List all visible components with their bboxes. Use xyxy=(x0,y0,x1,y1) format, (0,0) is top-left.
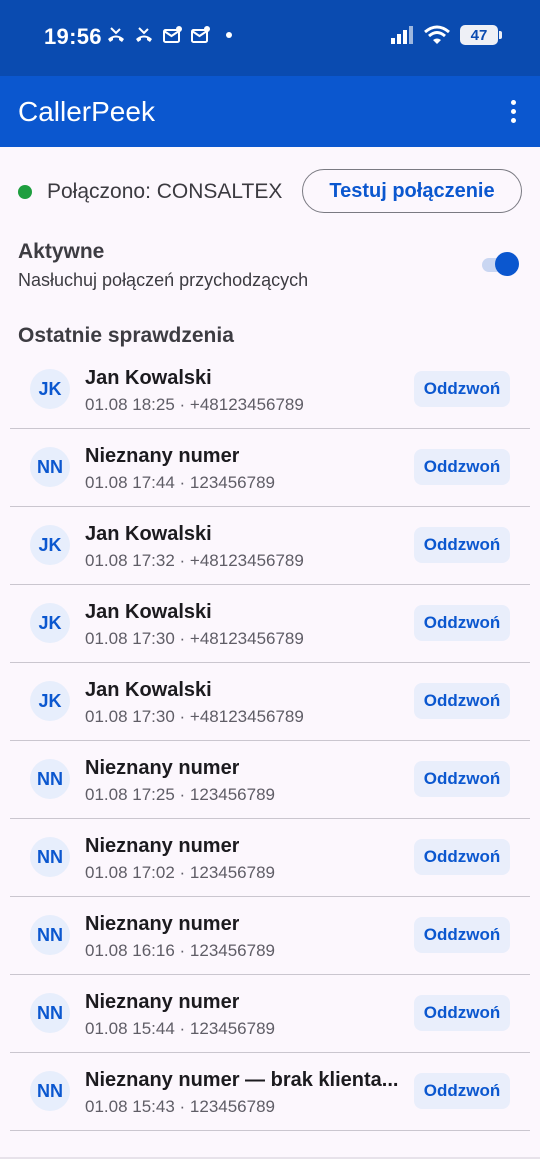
avatar: JK xyxy=(30,525,70,565)
avatar: NN xyxy=(30,837,70,877)
call-back-button[interactable]: Oddzwoń xyxy=(414,683,510,719)
call-back-button[interactable]: Oddzwoń xyxy=(414,761,510,797)
battery-icon: 47 xyxy=(460,25,502,45)
caller-name: Nieznany numer xyxy=(85,445,240,467)
active-setting-title: Aktywne xyxy=(18,240,105,263)
test-connection-button[interactable]: Testuj połączenie xyxy=(302,169,522,213)
avatar: JK xyxy=(30,603,70,643)
call-meta: 01.08 17:30 · +48123456789 xyxy=(85,707,304,726)
list-item[interactable]: JK Jan Kowalski 01.08 17:30 · +481234567… xyxy=(10,663,530,741)
call-back-button[interactable]: Oddzwoń xyxy=(414,449,510,485)
avatar: NN xyxy=(30,447,70,487)
status-bar: 19:56 47 xyxy=(0,0,540,76)
list-item[interactable]: NN Nieznany numer 01.08 16:16 · 12345678… xyxy=(10,897,530,975)
toggle-knob xyxy=(495,252,519,276)
list-item[interactable]: NN Nieznany numer 01.08 17:02 · 12345678… xyxy=(10,819,530,897)
call-meta: 01.08 17:44 · 123456789 xyxy=(85,473,276,492)
call-back-button[interactable]: Oddzwoń xyxy=(414,527,510,563)
recent-section-title: Ostatnie sprawdzenia xyxy=(18,324,234,347)
connection-status-text: Połączono: CONSALTEX xyxy=(47,180,283,203)
call-back-button[interactable]: Oddzwoń xyxy=(414,995,510,1031)
missed-call-icon xyxy=(108,27,124,42)
caller-name: Jan Kowalski xyxy=(85,601,212,623)
caller-name: Jan Kowalski xyxy=(85,367,212,389)
app-title: CallerPeek xyxy=(18,96,155,127)
system-icons: 47 xyxy=(390,25,502,45)
notification-icons xyxy=(106,25,232,45)
status-time: 19:56 xyxy=(44,24,102,49)
mail-icon xyxy=(163,26,182,43)
caller-name: Jan Kowalski xyxy=(85,679,212,701)
list-item[interactable]: JK Jan Kowalski 01.08 17:32 · +481234567… xyxy=(10,507,530,585)
signal-icon xyxy=(391,26,413,44)
call-meta: 01.08 17:32 · +48123456789 xyxy=(85,551,304,570)
call-meta: 01.08 17:02 · 123456789 xyxy=(85,863,276,882)
call-meta: 01.08 18:25 · +48123456789 xyxy=(85,395,304,414)
avatar: NN xyxy=(30,915,70,955)
status-dot-icon xyxy=(18,185,32,199)
active-toggle[interactable] xyxy=(482,252,520,278)
connection-status-row: Połączono: CONSALTEX Testuj połączenie xyxy=(18,169,522,215)
caller-name: Nieznany numer xyxy=(85,991,240,1013)
caller-name: Nieznany numer xyxy=(85,757,240,779)
active-setting-subtitle: Nasłuchuj połączeń przychodzących xyxy=(18,270,309,290)
wifi-icon xyxy=(424,25,450,44)
missed-call-icon xyxy=(136,27,152,42)
call-meta: 01.08 15:43 · 123456789 xyxy=(85,1097,276,1116)
mail-icon xyxy=(191,26,210,43)
battery-level: 47 xyxy=(470,26,488,44)
list-item[interactable]: NN Nieznany numer — brak klienta... 01.0… xyxy=(10,1053,530,1131)
recent-list: JK Jan Kowalski 01.08 18:25 · +481234567… xyxy=(10,351,530,1131)
avatar: JK xyxy=(30,681,70,721)
avatar: NN xyxy=(30,993,70,1033)
call-back-button[interactable]: Oddzwoń xyxy=(414,839,510,875)
caller-name: Nieznany numer xyxy=(85,835,240,857)
avatar: NN xyxy=(30,759,70,799)
call-back-button[interactable]: Oddzwoń xyxy=(414,605,510,641)
more-notifications-dot xyxy=(226,32,232,38)
call-back-button[interactable]: Oddzwoń xyxy=(414,917,510,953)
call-meta: 01.08 16:16 · 123456789 xyxy=(85,941,276,960)
call-meta: 01.08 17:25 · 123456789 xyxy=(85,785,276,804)
app-bar: CallerPeek xyxy=(0,76,540,147)
avatar: NN xyxy=(30,1071,70,1111)
call-meta: 01.08 15:44 · 123456789 xyxy=(85,1019,276,1038)
list-item[interactable]: NN Nieznany numer 01.08 17:25 · 12345678… xyxy=(10,741,530,819)
call-meta: 01.08 17:30 · +48123456789 xyxy=(85,629,304,648)
caller-name: Nieznany numer — brak klienta... xyxy=(85,1069,399,1091)
call-back-button[interactable]: Oddzwoń xyxy=(414,371,510,407)
caller-name: Nieznany numer xyxy=(85,913,240,935)
call-back-button[interactable]: Oddzwoń xyxy=(414,1073,510,1109)
caller-name: Jan Kowalski xyxy=(85,523,212,545)
list-item[interactable]: JK Jan Kowalski 01.08 18:25 · +481234567… xyxy=(10,351,530,429)
avatar: JK xyxy=(30,369,70,409)
more-vert-icon[interactable] xyxy=(498,96,528,126)
list-item[interactable]: NN Nieznany numer 01.08 17:44 · 12345678… xyxy=(10,429,530,507)
list-item[interactable]: NN Nieznany numer 01.08 15:44 · 12345678… xyxy=(10,975,530,1053)
list-item[interactable]: JK Jan Kowalski 01.08 17:30 · +481234567… xyxy=(10,585,530,663)
